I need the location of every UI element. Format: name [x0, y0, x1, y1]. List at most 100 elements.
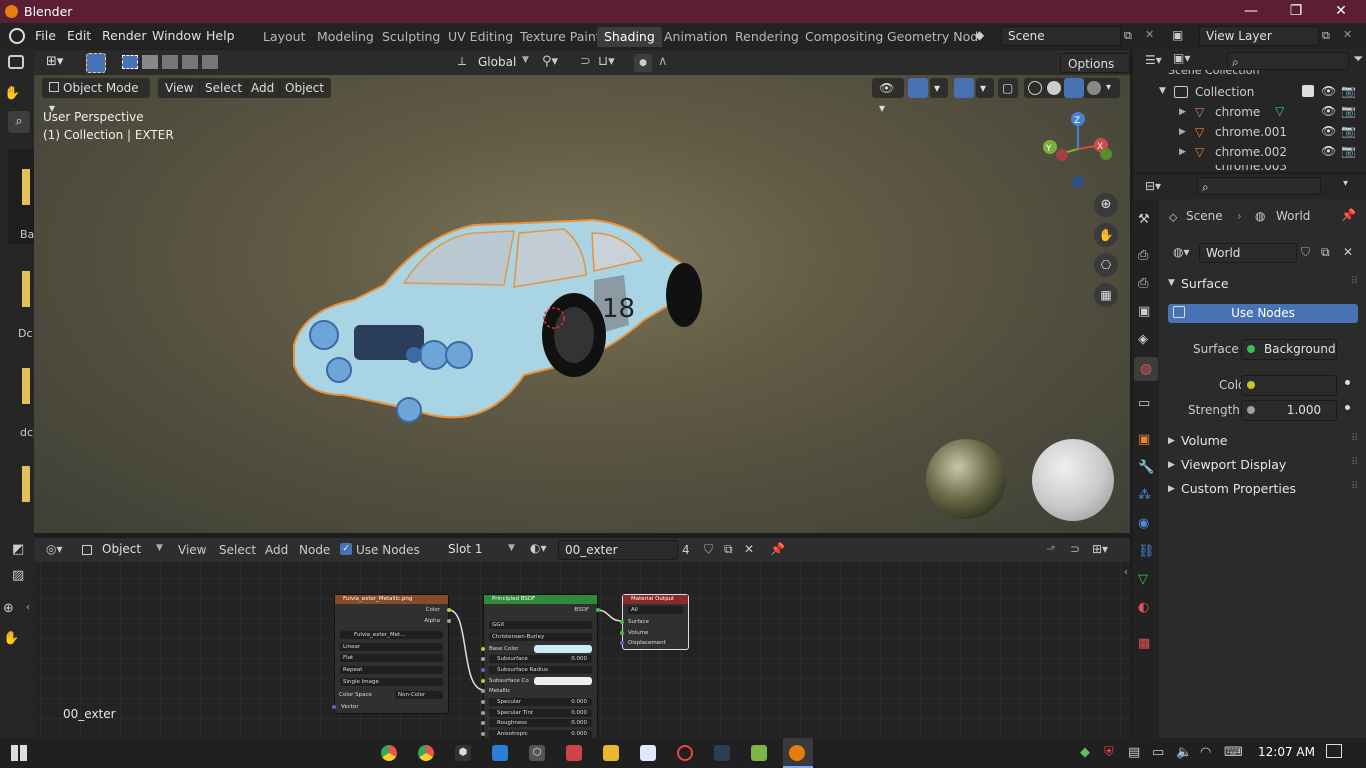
outliner-item[interactable]: chrome.001: [1215, 125, 1287, 139]
chevron-down-icon[interactable]: ▾: [930, 78, 948, 98]
fake-user-icon[interactable]: ⛉: [704, 542, 713, 557]
node-menu-view[interactable]: View: [178, 543, 206, 557]
color-field[interactable]: [1241, 375, 1337, 396]
use-nodes-button[interactable]: Use Nodes: [1168, 304, 1358, 323]
eye-icon[interactable]: 👁: [1321, 104, 1336, 118]
displacement-input-socket[interactable]: [620, 641, 624, 645]
camera-view-icon[interactable]: ⎔: [1094, 253, 1118, 277]
source-select[interactable]: Single Image: [340, 678, 443, 686]
snap-target-icon[interactable]: ⊔▾: [598, 54, 615, 69]
mode-select[interactable]: Object Mode ▾: [42, 78, 150, 115]
windows-start-icon[interactable]: [11, 745, 27, 761]
viewport-display-panel-title[interactable]: Viewport Display: [1181, 457, 1286, 472]
app-icon[interactable]: [751, 745, 767, 761]
panel-expand-icon[interactable]: ▶: [1168, 436, 1175, 446]
scene-browse-icon[interactable]: ◆: [975, 28, 997, 44]
extension-select[interactable]: Repeat: [340, 666, 443, 674]
tab-geometry-nodes[interactable]: Geometry Nod: [880, 27, 985, 47]
modifier-tab-icon[interactable]: 🔧: [1138, 460, 1154, 475]
car-model[interactable]: 18: [264, 205, 734, 445]
tab-animation[interactable]: Animation: [657, 27, 735, 47]
hand-icon[interactable]: ✋: [4, 86, 20, 102]
tab-texture-paint[interactable]: Texture Paint: [513, 27, 608, 47]
tab-shading[interactable]: Shading: [597, 27, 662, 47]
camera-icon[interactable]: 📷: [1341, 84, 1356, 98]
expand-icon[interactable]: ▶: [1179, 147, 1186, 157]
taskbar-clock[interactable]: 12:07 AM: [1258, 745, 1315, 759]
camera-icon[interactable]: 📷: [1341, 144, 1356, 158]
fake-user-icon[interactable]: ⛉: [1301, 245, 1310, 260]
input-socket[interactable]: [481, 679, 485, 683]
drag-handle-icon[interactable]: ⠿: [1351, 433, 1358, 444]
minimize-button[interactable]: —: [1228, 0, 1274, 23]
camera-icon[interactable]: 📷: [1341, 104, 1356, 118]
viewport-menu-select[interactable]: Select: [198, 78, 250, 98]
tool-tab-icon[interactable]: ⚒: [1138, 212, 1150, 227]
tab-layout[interactable]: Layout: [256, 27, 313, 47]
app-icon[interactable]: ⬡: [529, 745, 545, 761]
viewport-menu-view[interactable]: View: [158, 78, 201, 98]
new-material-icon[interactable]: ⧉: [724, 542, 733, 557]
view-layer-tab-icon[interactable]: ▣: [1138, 304, 1150, 319]
wireframe-shading-icon[interactable]: [1028, 81, 1042, 95]
principled-bsdf-node[interactable]: Principled BSDF BSDF GGX Christensen-Bur…: [481, 594, 600, 738]
material-preview-shading-icon[interactable]: [1064, 78, 1084, 98]
chevron-down-icon[interactable]: ▾: [976, 78, 994, 98]
color-output-socket[interactable]: [447, 608, 451, 612]
output-tab-icon[interactable]: ⎙: [1138, 276, 1148, 291]
tab-sculpting[interactable]: Sculpting: [375, 27, 447, 47]
keyframe-dot[interactable]: [1345, 405, 1350, 410]
select-mode-extend-icon[interactable]: [142, 55, 158, 69]
search-icon[interactable]: ⌕: [8, 111, 30, 133]
select-mode-subtract-icon[interactable]: [162, 55, 178, 69]
navigation-gizmo[interactable]: Z X Y: [1038, 109, 1118, 194]
proportional-edit-icon[interactable]: ●: [634, 54, 652, 72]
physics-tab-icon[interactable]: ◉: [1138, 516, 1149, 531]
node-menu-select[interactable]: Select: [219, 543, 256, 557]
tab-uv-editing[interactable]: UV Editing: [441, 27, 520, 47]
tab-rendering[interactable]: Rendering: [728, 27, 806, 47]
tray-device-icon[interactable]: ▤: [1128, 745, 1140, 760]
options-dropdown[interactable]: Options ▾: [1060, 53, 1130, 91]
vscode-icon[interactable]: [492, 745, 508, 761]
outliner-item[interactable]: chrome: [1215, 105, 1260, 119]
delete-scene-icon[interactable]: ✕: [1145, 28, 1154, 41]
world-tab-icon[interactable]: ◍: [1134, 357, 1158, 381]
properties-search-input[interactable]: ⌕: [1197, 177, 1321, 195]
collection-checkbox[interactable]: [1302, 85, 1314, 97]
image-texture-node[interactable]: Fulvia_exter_Metallic.png Color Alpha Fu…: [332, 594, 451, 714]
volume-input-socket[interactable]: [620, 631, 624, 635]
texture-thumbnail[interactable]: [22, 368, 30, 404]
texture-thumbnail[interactable]: [22, 271, 30, 307]
drag-handle-icon[interactable]: ⠿: [1351, 276, 1358, 287]
subsurface-method-select[interactable]: Christensen-Burley: [489, 633, 592, 641]
eye-icon[interactable]: 👁: [1321, 144, 1336, 158]
viewport-menu-object[interactable]: Object: [278, 78, 332, 98]
input-socket[interactable]: [481, 721, 485, 725]
new-world-icon[interactable]: ⧉: [1321, 245, 1330, 260]
visibility-icon[interactable]: 👁▾: [872, 78, 904, 115]
menu-window[interactable]: Window: [152, 28, 201, 43]
interpolation-select[interactable]: Linear: [340, 643, 443, 651]
base-color-swatch[interactable]: [534, 645, 592, 653]
material-output-node[interactable]: Material Output All Surface Volume Displ…: [620, 594, 689, 650]
menu-file[interactable]: File: [35, 28, 56, 43]
select-mode-intersect-icon[interactable]: [202, 55, 218, 69]
tray-security-icon[interactable]: ⛨: [1104, 745, 1114, 760]
keyframe-dot[interactable]: [1345, 380, 1350, 385]
select-mode-new-icon[interactable]: [122, 55, 138, 69]
material-users-count[interactable]: 4: [682, 543, 690, 557]
falloff-icon[interactable]: ∧: [658, 54, 668, 69]
pin-icon[interactable]: 📌: [770, 542, 785, 556]
xray-toggle-icon[interactable]: ▢: [998, 78, 1018, 98]
maximize-button[interactable]: ❐: [1273, 0, 1319, 23]
eye-icon[interactable]: 👁: [1321, 84, 1336, 98]
snap-toggle-icon[interactable]: ⊃: [580, 54, 591, 69]
rendered-shading-icon[interactable]: [1087, 81, 1101, 95]
mesh-data-icon[interactable]: ▽: [1275, 104, 1284, 118]
editor-type-icon[interactable]: ◎▾: [46, 542, 63, 556]
file-browser-icon[interactable]: [8, 55, 24, 69]
perspective-toggle-icon[interactable]: ▦: [1094, 283, 1118, 307]
camera-icon[interactable]: 📷: [1341, 124, 1356, 138]
tab-compositing[interactable]: Compositing: [798, 27, 890, 47]
